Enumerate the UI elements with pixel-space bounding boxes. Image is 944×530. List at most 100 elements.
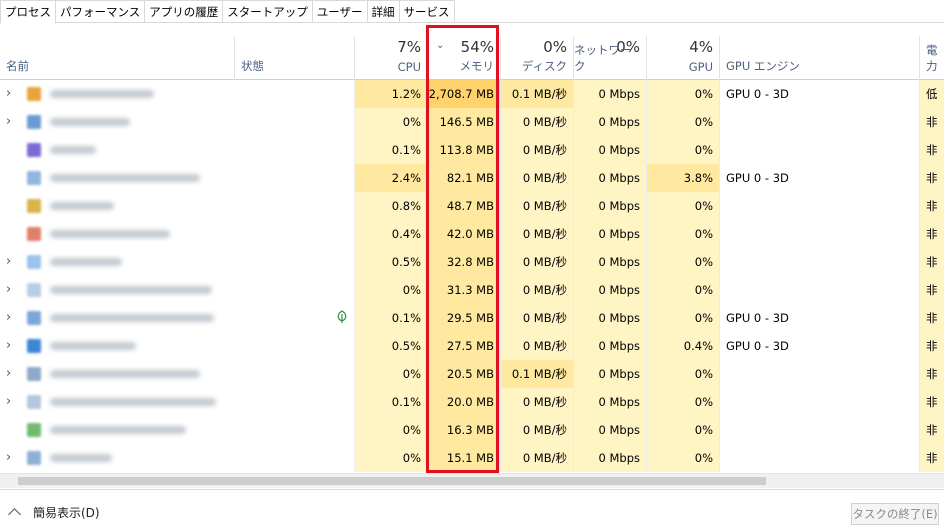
column-status[interactable]: 状態 — [234, 36, 354, 80]
app-icon — [27, 451, 41, 465]
chevron-right-icon[interactable]: › — [6, 444, 11, 472]
app-icon — [27, 199, 41, 213]
column-disk[interactable]: 0% ディスク — [500, 36, 573, 80]
tab-5[interactable]: 詳細 — [366, 0, 400, 22]
cell-net: 0 Mbps — [573, 332, 646, 360]
column-network[interactable]: 0% ネットワーク — [573, 36, 646, 80]
cell-power: 非 — [919, 108, 944, 136]
app-icon — [27, 143, 41, 157]
chevron-right-icon[interactable]: › — [6, 108, 11, 136]
cell-disk: 0 MB/秒 — [500, 248, 573, 276]
cell-net: 0 Mbps — [573, 164, 646, 192]
cell-net: 0 Mbps — [573, 416, 646, 444]
cell-gpu: 0% — [646, 108, 719, 136]
tab-0[interactable]: プロセス — [0, 0, 56, 24]
column-gpu-engine[interactable]: GPU エンジン — [719, 36, 919, 80]
chevron-right-icon[interactable]: › — [6, 332, 11, 360]
app-icon — [27, 339, 41, 353]
cell-net: 0 Mbps — [573, 304, 646, 332]
tab-2[interactable]: アプリの履歴 — [144, 0, 224, 22]
column-cpu-label: CPU — [397, 60, 421, 74]
tab-6[interactable]: サービス — [398, 0, 455, 22]
cell-power: 非 — [919, 276, 944, 304]
cell-disk: 0 MB/秒 — [500, 444, 573, 472]
cell-disk: 0 MB/秒 — [500, 304, 573, 332]
cell-disk: 0 MB/秒 — [500, 416, 573, 444]
tab-3[interactable]: スタートアップ — [222, 0, 313, 22]
cell-power: 非 — [919, 220, 944, 248]
cell-gpu: 0% — [646, 360, 719, 388]
cell-net: 0 Mbps — [573, 444, 646, 472]
cell-gpu-engine — [719, 388, 919, 416]
cell-cpu: 0.4% — [354, 220, 427, 248]
cell-gpu: 0% — [646, 416, 719, 444]
app-icon — [27, 115, 41, 129]
process-name-blurred — [50, 174, 200, 182]
cell-net: 0 Mbps — [573, 248, 646, 276]
process-name-blurred — [50, 286, 212, 294]
cell-power: 非 — [919, 192, 944, 220]
column-status-label: 状態 — [241, 59, 264, 73]
tab-4[interactable]: ユーザー — [311, 0, 368, 22]
gpu-total-pct: 4% — [689, 38, 713, 56]
process-name-blurred — [50, 426, 186, 434]
cell-gpu-engine — [719, 248, 919, 276]
app-icon — [27, 367, 41, 381]
cell-gpu: 0% — [646, 388, 719, 416]
column-power[interactable]: 電力 — [919, 36, 944, 80]
horizontal-scrollbar[interactable] — [0, 473, 944, 488]
process-name-blurred — [50, 398, 216, 406]
cell-gpu-engine — [719, 136, 919, 164]
cell-net: 0 Mbps — [573, 360, 646, 388]
cell-power: 非 — [919, 304, 944, 332]
cell-gpu-engine — [719, 416, 919, 444]
process-name-blurred — [50, 342, 136, 350]
chevron-right-icon[interactable]: › — [6, 248, 11, 276]
cell-cpu: 0% — [354, 108, 427, 136]
cell-gpu-engine: GPU 0 - 3D — [719, 332, 919, 360]
column-disk-label: ディスク — [521, 59, 567, 73]
column-gpu[interactable]: 4% GPU — [646, 36, 719, 80]
cell-cpu: 0% — [354, 360, 427, 388]
process-name-blurred — [50, 258, 122, 266]
cell-net: 0 Mbps — [573, 136, 646, 164]
chevron-right-icon[interactable]: › — [6, 360, 11, 388]
chevron-right-icon[interactable]: › — [6, 80, 11, 108]
cell-gpu: 0% — [646, 444, 719, 472]
chevron-up-icon — [8, 508, 21, 521]
chevron-right-icon[interactable]: › — [6, 276, 11, 304]
efficiency-mode-leaf-icon — [337, 310, 347, 323]
cell-power: 非 — [919, 136, 944, 164]
chevron-right-icon[interactable]: › — [6, 304, 11, 332]
app-icon — [27, 87, 41, 101]
cell-gpu: 0% — [646, 276, 719, 304]
column-gpu-label: GPU — [688, 60, 713, 74]
cell-gpu-engine — [719, 108, 919, 136]
cell-gpu-engine — [719, 276, 919, 304]
cell-power: 非 — [919, 332, 944, 360]
cell-power: 非 — [919, 444, 944, 472]
cpu-total-pct: 7% — [397, 38, 421, 56]
memory-column-highlight — [426, 25, 499, 473]
cell-gpu: 0% — [646, 304, 719, 332]
column-name[interactable]: 名前 — [0, 36, 234, 80]
process-name-blurred — [50, 314, 214, 322]
simple-view-button[interactable]: 簡易表示(D) — [8, 504, 100, 521]
cell-disk: 0 MB/秒 — [500, 220, 573, 248]
cell-gpu: 0% — [646, 192, 719, 220]
cell-power: 非 — [919, 388, 944, 416]
app-icon — [27, 227, 41, 241]
cell-cpu: 0.8% — [354, 192, 427, 220]
end-task-button[interactable]: タスクの終了(E) — [851, 503, 939, 525]
column-name-label: 名前 — [6, 59, 29, 73]
column-cpu[interactable]: 7% CPU — [354, 36, 427, 80]
cell-net: 0 Mbps — [573, 220, 646, 248]
tab-bar: プロセス パフォーマンス アプリの履歴 スタートアップ ユーザー 詳細 サービス — [0, 0, 944, 24]
process-name-blurred — [50, 230, 170, 238]
chevron-right-icon[interactable]: › — [6, 388, 11, 416]
tab-1[interactable]: パフォーマンス — [55, 0, 146, 22]
scrollbar-thumb[interactable] — [18, 477, 766, 485]
app-icon — [27, 423, 41, 437]
cell-disk: 0 MB/秒 — [500, 388, 573, 416]
cell-cpu: 0% — [354, 276, 427, 304]
